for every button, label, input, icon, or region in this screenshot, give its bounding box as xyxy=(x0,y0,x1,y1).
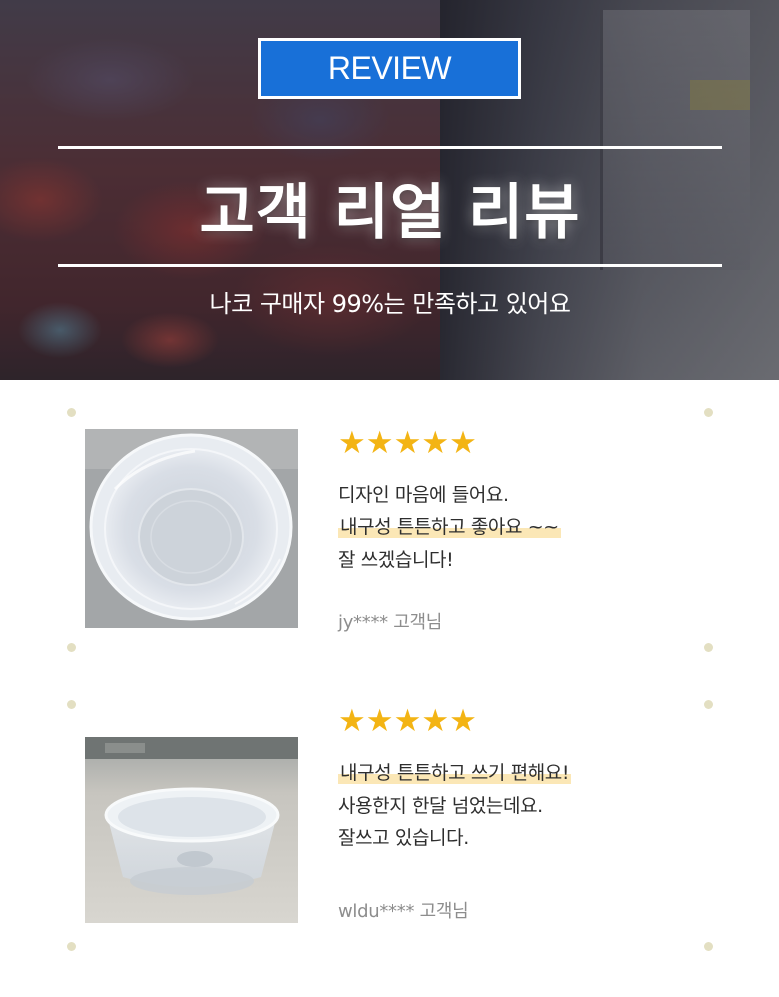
page-title: 고객 리얼 리뷰 xyxy=(199,178,581,248)
reviewer-name: jy**** 고객님 xyxy=(338,612,443,633)
title-divider-bottom xyxy=(58,264,722,267)
page-subtitle: 나코 구매자 99%는 만족하고 있어요 xyxy=(209,290,571,318)
star-icon: ★★★★★ xyxy=(338,425,477,461)
corner-dot xyxy=(704,700,713,709)
title-divider-top xyxy=(58,146,722,149)
review-line: 디자인 마음에 들어요. xyxy=(338,484,509,506)
review-photo-bowl-top-view xyxy=(85,429,298,628)
corner-dot xyxy=(704,643,713,652)
star-icon: ★★★★★ xyxy=(338,703,477,739)
review-highlight: 내구성 튼튼하고 쓰기 편해요! xyxy=(338,762,572,784)
hero-banner: REVIEW 고객 리얼 리뷰 나코 구매자 99%는 만족하고 있어요 xyxy=(0,0,779,380)
corner-dot xyxy=(704,942,713,951)
review-line: 잘 쓰겠습니다! xyxy=(338,549,454,571)
corner-dot xyxy=(67,700,76,709)
reviewer-name: wldu**** 고객님 xyxy=(338,901,469,922)
corner-dot xyxy=(67,408,76,417)
review-badge-label: REVIEW xyxy=(327,50,452,86)
corner-dot xyxy=(67,942,76,951)
review-line-highlighted: 내구성 튼튼하고 좋아요 ~~ xyxy=(338,512,561,539)
review-photo-bowl-side-view xyxy=(85,737,298,923)
review-highlight: 내구성 튼튼하고 좋아요 ~~ xyxy=(338,516,561,538)
rating-stars: ★★★★★ xyxy=(338,704,477,738)
review-line: 잘쓰고 있습니다. xyxy=(338,827,469,849)
review-line: 사용한지 한달 넘었는데요. xyxy=(338,795,543,817)
rating-stars: ★★★★★ xyxy=(338,426,477,460)
review-badge: REVIEW xyxy=(258,38,521,99)
corner-dot xyxy=(67,643,76,652)
corner-dot xyxy=(704,408,713,417)
review-line-highlighted: 내구성 튼튼하고 쓰기 편해요! xyxy=(338,758,572,785)
